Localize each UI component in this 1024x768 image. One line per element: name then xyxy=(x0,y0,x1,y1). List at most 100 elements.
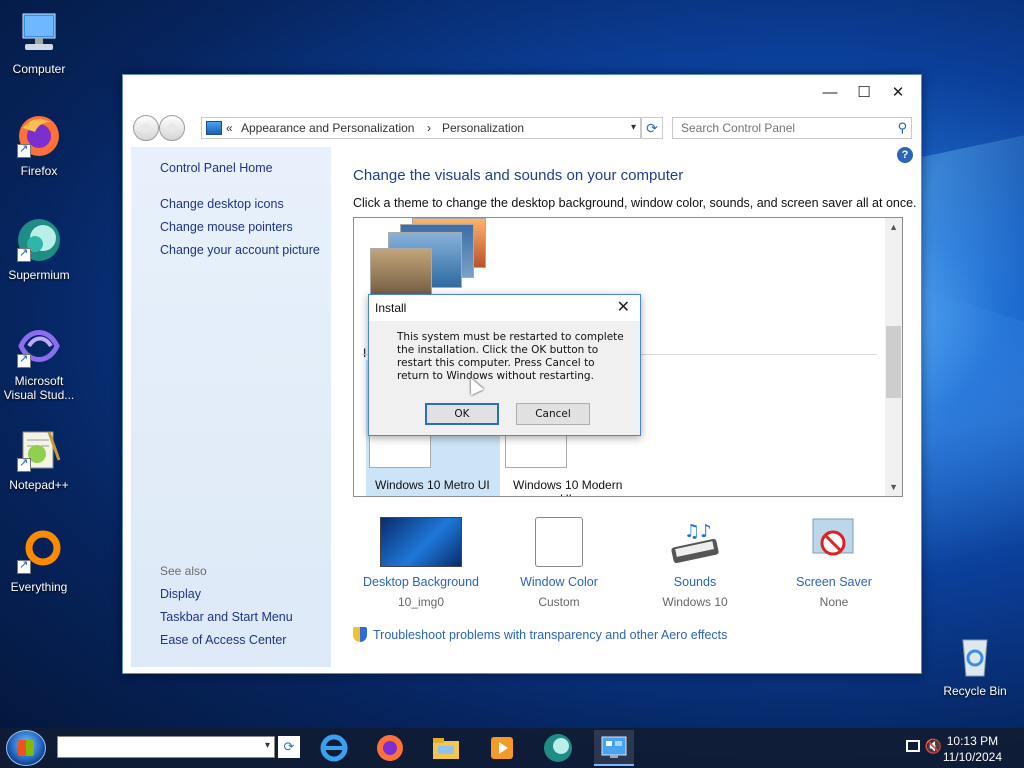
desktop-icon-computer[interactable]: Computer xyxy=(2,10,76,76)
theme-label-metro[interactable]: Windows 10 Metro UI xyxy=(375,478,490,492)
change-account-picture-link[interactable]: Change your account picture xyxy=(160,243,320,257)
computer-icon xyxy=(15,10,63,58)
recycle-bin-icon xyxy=(951,632,999,680)
firefox-taskbar-icon[interactable] xyxy=(370,730,410,766)
screen-saver-option[interactable]: Screen Saver None xyxy=(774,517,894,609)
refresh-button[interactable]: ⟳ xyxy=(641,117,663,139)
dialog-close-icon[interactable]: ✕ xyxy=(617,297,630,317)
maximize-button[interactable]: ☐ xyxy=(847,79,881,107)
screen-saver-icon xyxy=(793,517,875,567)
taskbar-refresh-button[interactable]: ⟳ xyxy=(278,736,300,758)
dialog-message: This system must be restarted to complet… xyxy=(397,331,624,382)
ok-button[interactable]: OK xyxy=(425,403,499,425)
window-color-link[interactable]: Window Color xyxy=(499,575,619,589)
taskbar-start-menu-link[interactable]: Taskbar and Start Menu xyxy=(160,610,293,624)
desktop-icon-supermium[interactable]: Supermium xyxy=(2,216,76,282)
desktop-background-icon xyxy=(380,517,462,567)
control-panel-home-link[interactable]: Control Panel Home xyxy=(160,161,273,175)
change-mouse-pointers-link[interactable]: Change mouse pointers xyxy=(160,220,293,234)
internet-explorer-icon[interactable] xyxy=(314,730,354,766)
breadcrumb-overflow[interactable]: « xyxy=(226,121,233,135)
desktop-background-link[interactable]: Desktop Background xyxy=(361,575,481,589)
desktop-icon-notepadpp[interactable]: Notepad++ xyxy=(2,426,76,492)
desktop-icon-label: Recycle Bin xyxy=(943,684,1007,698)
page-title: Change the visuals and sounds on your co… xyxy=(353,167,684,184)
breadcrumb-personalization[interactable]: Personalization xyxy=(442,121,524,135)
troubleshoot-link[interactable]: Troubleshoot problems with transparency … xyxy=(353,627,727,642)
supermium-taskbar-icon[interactable] xyxy=(538,730,578,766)
desktop-icon-visual-studio[interactable]: Microsoft Visual Stud... xyxy=(2,322,76,402)
sounds-icon: ♫♪ xyxy=(654,517,736,567)
taskbar-search-input[interactable] xyxy=(62,738,252,756)
address-dropdown-icon[interactable]: ▾ xyxy=(631,122,636,133)
desktop-background-option[interactable]: Desktop Background 10_img0 xyxy=(361,517,481,609)
dialog-title: Install xyxy=(375,301,407,315)
theme-section-letter: I xyxy=(363,346,367,360)
desktop-icon-label: Computer xyxy=(12,62,66,76)
desktop-icon-label: Firefox xyxy=(20,164,58,178)
back-button[interactable] xyxy=(133,115,159,141)
minimize-button[interactable]: — xyxy=(813,79,847,107)
scroll-down-icon[interactable]: ▼ xyxy=(889,482,898,492)
file-explorer-icon[interactable] xyxy=(426,730,466,766)
ease-of-access-link[interactable]: Ease of Access Center xyxy=(160,633,286,647)
screen-saver-link[interactable]: Screen Saver xyxy=(774,575,894,589)
change-desktop-icons-link[interactable]: Change desktop icons xyxy=(160,197,284,211)
troubleshoot-link-label[interactable]: Troubleshoot problems with transparency … xyxy=(373,628,727,642)
search-icon[interactable]: ⚲ xyxy=(897,120,907,136)
volume-muted-icon[interactable]: 🔇 xyxy=(925,738,942,755)
media-player-icon[interactable] xyxy=(482,730,522,766)
cancel-button[interactable]: Cancel xyxy=(516,403,590,425)
desktop-icon-firefox[interactable]: Firefox xyxy=(2,112,76,178)
scroll-thumb[interactable] xyxy=(886,326,901,398)
theme-list-scrollbar[interactable]: ▲ ▼ xyxy=(885,218,902,496)
forward-button[interactable] xyxy=(159,115,185,141)
breadcrumb-separator[interactable]: › xyxy=(427,121,431,135)
shield-icon xyxy=(353,627,367,642)
sounds-link[interactable]: Sounds xyxy=(635,575,755,589)
clock[interactable]: 10:13 PM 11/10/2024 xyxy=(943,733,1002,765)
sounds-option[interactable]: ♫♪ Sounds Windows 10 xyxy=(635,517,755,609)
theme-label-modern-continued[interactable]: UI xyxy=(560,492,572,496)
control-panel-taskbar-icon[interactable] xyxy=(594,730,634,766)
control-panel-icon xyxy=(206,121,222,135)
search-box[interactable]: ⚲ xyxy=(672,117,912,139)
dialog-titlebar[interactable]: Install ✕ xyxy=(369,295,640,321)
clock-time: 10:13 PM xyxy=(946,734,999,748)
help-icon[interactable]: ? xyxy=(897,147,913,163)
theme-thumbnail[interactable] xyxy=(505,432,567,468)
window-color-option[interactable]: Window Color Custom xyxy=(499,517,619,609)
scroll-up-icon[interactable]: ▲ xyxy=(889,222,898,232)
taskbar-search-box[interactable]: ▾ xyxy=(57,736,275,758)
start-button[interactable] xyxy=(6,730,46,766)
everything-icon xyxy=(15,528,63,576)
close-button[interactable]: ✕ xyxy=(881,79,915,107)
firefox-icon xyxy=(15,112,63,160)
desktop-background-value: 10_img0 xyxy=(397,595,445,609)
breadcrumb-appearance[interactable]: Appearance and Personalization xyxy=(241,121,414,135)
taskbar: ▾ ⟳ 🔇 10:13 PM 11/10/2024 xyxy=(0,728,1024,768)
desktop-icon-label: Microsoft Visual Stud... xyxy=(3,374,75,402)
taskbar-search-dropdown-icon[interactable]: ▾ xyxy=(265,740,270,751)
desktop-icon-recycle-bin[interactable]: Recycle Bin xyxy=(938,632,1012,698)
page-subtitle: Click a theme to change the desktop back… xyxy=(353,196,917,210)
see-also-label: See also xyxy=(160,564,207,578)
action-center-icon[interactable] xyxy=(906,740,920,752)
notepadpp-icon xyxy=(15,426,63,474)
search-input[interactable] xyxy=(679,119,889,137)
address-bar[interactable]: « Appearance and Personalization › Perso… xyxy=(201,117,641,139)
desktop-icon-label: Everything xyxy=(10,580,68,594)
display-link[interactable]: Display xyxy=(160,587,201,601)
clock-date: 11/10/2024 xyxy=(942,750,1002,764)
theme-thumbnail[interactable] xyxy=(369,432,431,468)
svg-text:♫♪: ♫♪ xyxy=(684,521,712,542)
supermium-icon xyxy=(15,216,63,264)
window-titlebar[interactable]: — ☐ ✕ xyxy=(123,75,921,111)
desktop-icon-everything[interactable]: Everything xyxy=(2,528,76,594)
window-color-value: Custom xyxy=(538,595,580,609)
screen-saver-value: None xyxy=(819,595,849,609)
desktop-icon-label: Supermium xyxy=(8,268,70,282)
theme-label-modern[interactable]: Windows 10 Modern xyxy=(513,478,622,492)
left-pane: Control Panel Home Change desktop icons … xyxy=(131,147,331,667)
navigation-bar: « Appearance and Personalization › Perso… xyxy=(131,113,913,141)
